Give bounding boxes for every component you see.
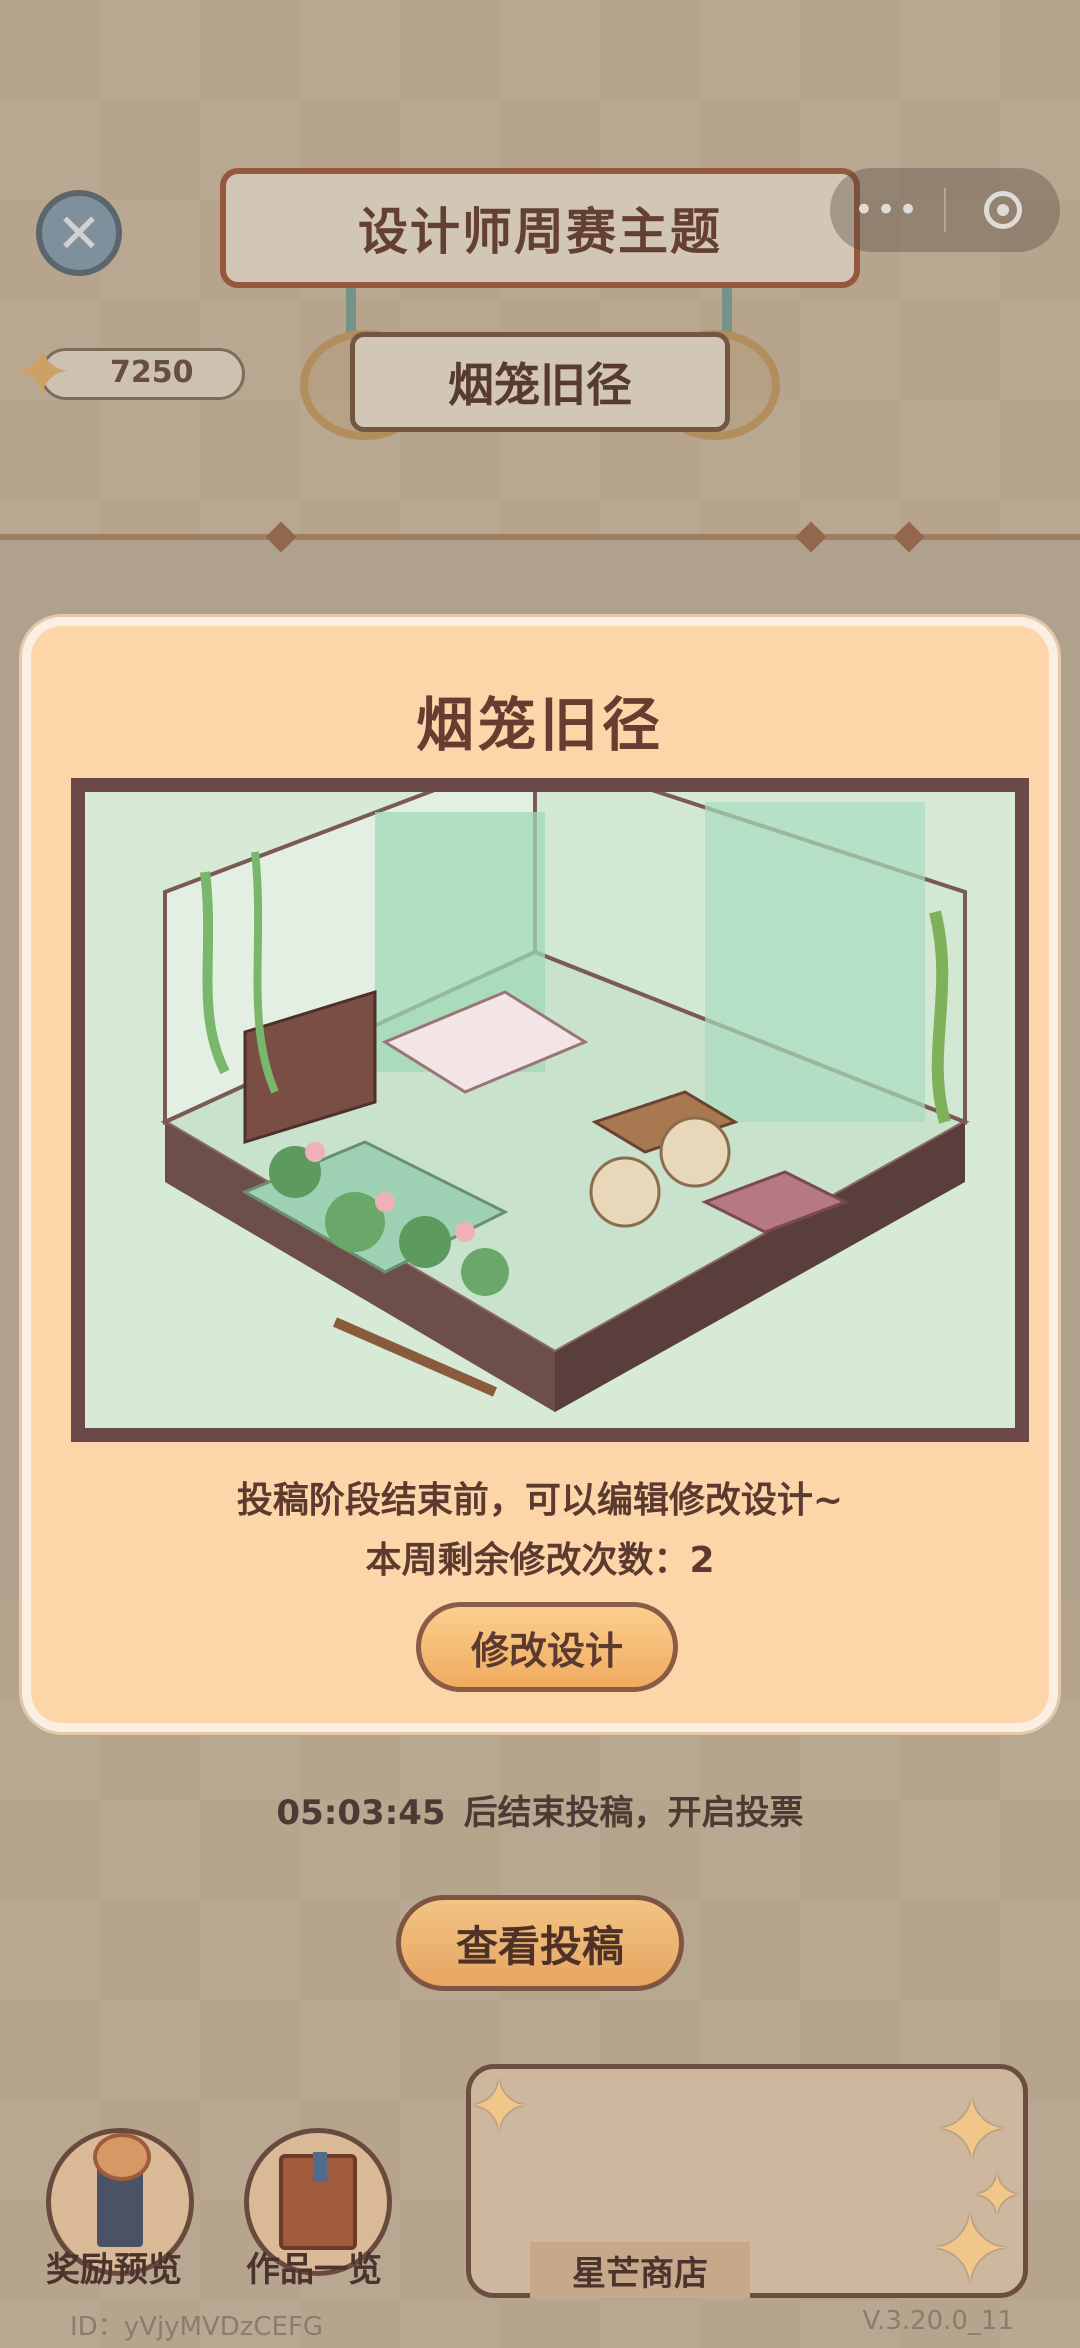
star-icon: ✦	[468, 2064, 531, 2150]
book-icon	[279, 2152, 357, 2250]
app-version: V.3.20.0_11	[862, 2306, 1014, 2336]
view-submission-button[interactable]: 查看投稿	[396, 1895, 684, 1991]
modal-title: 烟笼旧径	[415, 691, 664, 759]
works-list-label[interactable]: 作品一览	[246, 2242, 382, 2291]
edit-note: 投稿阶段结束前，可以编辑修改设计~	[236, 1480, 844, 1521]
edit-design-button[interactable]: 修改设计	[416, 1602, 678, 1692]
trophy-icon	[93, 2133, 151, 2247]
remaining-edits: 本周剩余修改次数：2	[31, 1531, 1049, 1583]
star-shop-label[interactable]: 星芒商店	[530, 2242, 750, 2298]
room-illustration	[85, 792, 1015, 1428]
remaining-edits-count: 2	[689, 1540, 715, 1581]
user-id: ID：yVjyMVDzCEFG	[70, 2312, 324, 2342]
countdown-text: 后结束投稿，开启投票	[463, 1793, 804, 1833]
design-modal: 烟笼旧径 投稿阶段结束前，可以编辑修改设计~ 本周剩余修改次数：2 修改设计	[22, 617, 1058, 1732]
countdown-time: 05:03:45	[276, 1793, 446, 1833]
rewards-preview-label[interactable]: 奖励预览	[46, 2242, 182, 2291]
design-preview-frame	[71, 778, 1029, 1442]
countdown: 05:03:45 后结束投稿，开启投票	[0, 1785, 1080, 1834]
star-icon: ✦	[928, 2191, 1012, 2308]
design-preview-image	[85, 792, 1015, 1428]
remaining-edits-label: 本周剩余修改次数：	[365, 1540, 690, 1581]
